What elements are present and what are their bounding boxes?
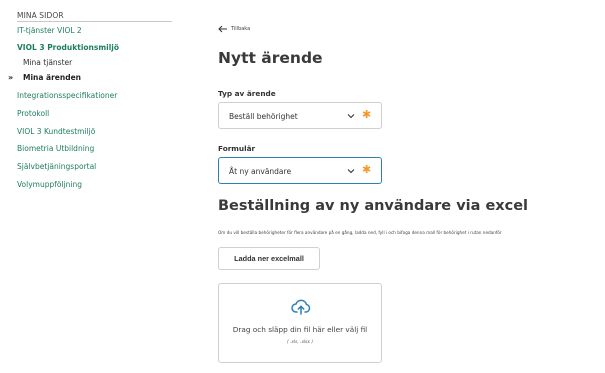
- back-label: Tillbaka: [231, 26, 251, 32]
- chevron-down-icon: [347, 169, 355, 174]
- dropzone-file-types: ( .xls, .xlsx ): [286, 340, 314, 345]
- sidebar-item-viol-3-produktionsmiljo[interactable]: VIOL 3 Produktionsmiljö: [17, 43, 119, 52]
- page-title: Nytt ärende: [218, 49, 323, 67]
- sidebar-item-protokoll[interactable]: Protokoll: [17, 109, 49, 118]
- active-chevron-icon: »: [8, 73, 14, 82]
- form-select[interactable]: Åt ny användare ✱: [218, 157, 382, 184]
- required-icon: ✱: [362, 163, 372, 176]
- file-dropzone[interactable]: Drag och släpp din fil här eller välj fi…: [218, 283, 382, 363]
- cloud-upload-icon: [291, 299, 311, 315]
- required-icon: ✱: [362, 108, 372, 121]
- sidebar-item-it-tjanster-viol-2[interactable]: IT-tjänster VIOL 2: [17, 26, 82, 35]
- arrow-left-icon: [218, 25, 227, 33]
- case-type-select[interactable]: Beställ behörighet ✱: [218, 102, 382, 129]
- sidebar-item-biometria-utbildning[interactable]: Biometria Utbildning: [17, 144, 94, 153]
- sidebar-item-mina-tjanster[interactable]: Mina tjänster: [23, 58, 72, 67]
- form-value: Åt ny användare: [229, 167, 292, 176]
- download-template-button[interactable]: Ladda ner excelmall: [218, 247, 320, 270]
- sidebar: MINA SIDOR IT-tjänster VIOL 2 VIOL 3 Pro…: [0, 0, 180, 373]
- chevron-down-icon: [347, 114, 355, 119]
- form-label: Formulär: [218, 144, 256, 153]
- sidebar-item-mina-arenden[interactable]: Mina ärenden: [23, 73, 81, 82]
- download-template-label: Ladda ner excelmall: [234, 254, 304, 263]
- sidebar-item-viol-3-kundtestmiljo[interactable]: VIOL 3 Kundtestmiljö: [17, 127, 95, 136]
- section-description: Om du vill beställa behörigheter för fle…: [218, 230, 502, 235]
- dropzone-text: Drag och släpp din fil här eller välj fi…: [232, 325, 368, 334]
- sidebar-divider: [17, 21, 172, 22]
- sidebar-item-integrationsspecifikationer[interactable]: Integrationsspecifikationer: [17, 91, 117, 100]
- case-type-value: Beställ behörighet: [229, 112, 298, 121]
- case-type-label: Typ av ärende: [218, 89, 276, 98]
- sidebar-item-volymuppfoljning[interactable]: Volymuppföljning: [17, 180, 82, 189]
- back-link[interactable]: Tillbaka: [218, 25, 250, 33]
- sidebar-heading: MINA SIDOR: [17, 11, 64, 20]
- section-title: Beställning av ny användare via excel: [218, 198, 529, 214]
- sidebar-item-sjalvbetjaningsportal[interactable]: Självbetjäningsportal: [17, 162, 96, 171]
